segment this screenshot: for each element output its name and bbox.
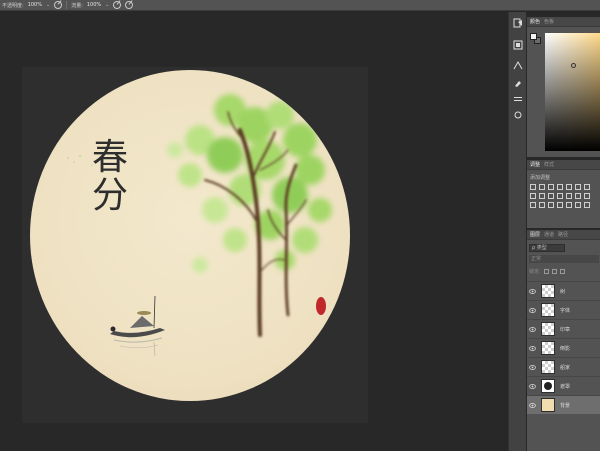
layer-name[interactable]: 背景 [560,402,570,409]
invert-icon[interactable] [566,193,572,199]
tab-color[interactable]: 颜色 [530,18,540,25]
layer-thumbnail [541,379,555,393]
eye-icon[interactable] [527,288,537,294]
shadows-icon[interactable] [548,202,554,208]
eye-icon[interactable] [527,326,537,332]
title-char-fen: 分 [92,175,129,216]
tab-adjustments[interactable]: 调整 [530,161,540,168]
threshold-icon[interactable] [584,193,590,199]
tab-layers[interactable]: 图层 [530,231,540,238]
tab-swatches[interactable]: 色板 [544,18,554,25]
layers-panel: 图层 通道 路径 ρ 类型 正常 锁定: 树 字体 印章 倒影 船家 遮罩 背景 [527,230,600,451]
add-adjustment-label: 添加调整 [530,175,551,181]
eye-icon[interactable] [527,307,537,313]
hue-saturation-icon[interactable] [575,184,581,190]
blend-mode-select[interactable]: 正常 [529,255,599,263]
layer-thumbnail [541,341,555,355]
flow-label: 流量: [71,2,83,9]
photo-filter-icon[interactable] [539,193,545,199]
adjustment-icons [530,184,600,208]
flow-value[interactable]: 100% [87,2,101,8]
posterize-icon[interactable] [575,193,581,199]
seal-stamp [316,297,326,315]
layer-row[interactable]: 印章 [527,319,600,338]
layer-name[interactable]: 树 [560,288,565,295]
brightness-icon[interactable] [530,184,536,190]
lock-row: 锁定: [529,267,599,275]
brush-presets-icon[interactable] [513,78,523,88]
gradient-map-icon[interactable] [530,202,536,208]
desaturate-icon[interactable] [566,202,572,208]
layer-kind-filter[interactable]: ρ 类型 [529,243,565,252]
adjustments-panel: 调整 样式 添加调整 [527,160,600,228]
foreground-color-swatch[interactable] [530,33,537,40]
eye-icon[interactable] [527,364,537,370]
layer-thumbnail [541,303,555,317]
artwork-circle[interactable]: 春 分 [30,70,350,401]
tab-styles[interactable]: 样式 [544,161,554,168]
curves-icon[interactable] [548,184,554,190]
layer-row[interactable]: 倒影 [527,338,600,357]
hdr-icon[interactable] [557,202,563,208]
layer-row[interactable]: 船家 [527,357,600,376]
properties-icon[interactable] [513,40,523,50]
opacity-label: 不透明度: [2,2,24,9]
color-balance-icon[interactable] [584,184,590,190]
layer-thumbnail [541,322,555,336]
pressure-size-icon[interactable] [125,1,134,9]
lock-all-icon[interactable] [559,268,565,274]
color-picker-cursor[interactable] [571,63,576,68]
replace-color-icon[interactable] [584,202,590,208]
black-white-icon[interactable] [530,193,536,199]
color-picker-field[interactable] [545,33,600,151]
color-panel: 颜色 色板 [527,17,600,157]
airbrush-icon[interactable] [113,1,122,9]
layer-name[interactable]: 船家 [560,364,570,371]
divider [66,1,68,9]
layer-row[interactable]: 树 [527,281,600,300]
lock-pixels-icon[interactable] [543,268,549,274]
channel-mixer-icon[interactable] [548,193,554,199]
paths-icon[interactable] [513,60,523,70]
flow-dropdown-icon[interactable]: ⌄ [105,2,109,8]
color-lookup-icon[interactable] [557,193,563,199]
history-icon[interactable] [513,18,523,28]
layer-thumbnail [541,284,555,298]
clone-source-icon[interactable] [513,110,523,120]
tab-channels[interactable]: 通道 [544,231,554,238]
opacity-value[interactable]: 100% [28,2,42,8]
eye-icon[interactable] [527,402,537,408]
character-icon[interactable] [513,94,523,104]
layer-row[interactable]: 背景 [527,395,600,414]
vibrance-icon[interactable] [566,184,572,190]
lock-position-icon[interactable] [551,268,557,274]
eye-icon[interactable] [527,345,537,351]
lock-label: 锁定: [529,268,541,275]
pressure-opacity-icon[interactable] [54,1,63,9]
layer-name[interactable]: 印章 [560,326,570,333]
selective-color-icon[interactable] [539,202,545,208]
layer-name[interactable]: 字体 [560,307,570,314]
panel-tool-strip [508,12,526,451]
layer-row[interactable]: 遮罩 [527,376,600,395]
layer-thumbnail [541,398,555,412]
boat-scene [110,295,165,357]
title-char-chun: 春 [92,137,129,178]
artwork-illustration [66,94,332,357]
eye-icon[interactable] [527,383,537,389]
match-color-icon[interactable] [575,202,581,208]
layer-filter-bar: ρ 类型 [529,243,599,252]
options-bar: 不透明度: 100% ⌄ 流量: 100% ⌄ [0,0,600,11]
layer-thumbnail [541,360,555,374]
layer-name[interactable]: 遮罩 [560,383,570,390]
levels-icon[interactable] [539,184,545,190]
layer-row[interactable]: 字体 [527,300,600,319]
exposure-icon[interactable] [557,184,563,190]
layer-name[interactable]: 倒影 [560,345,570,352]
tab-paths[interactable]: 路径 [558,231,568,238]
opacity-dropdown-icon[interactable]: ⌄ [46,2,50,8]
